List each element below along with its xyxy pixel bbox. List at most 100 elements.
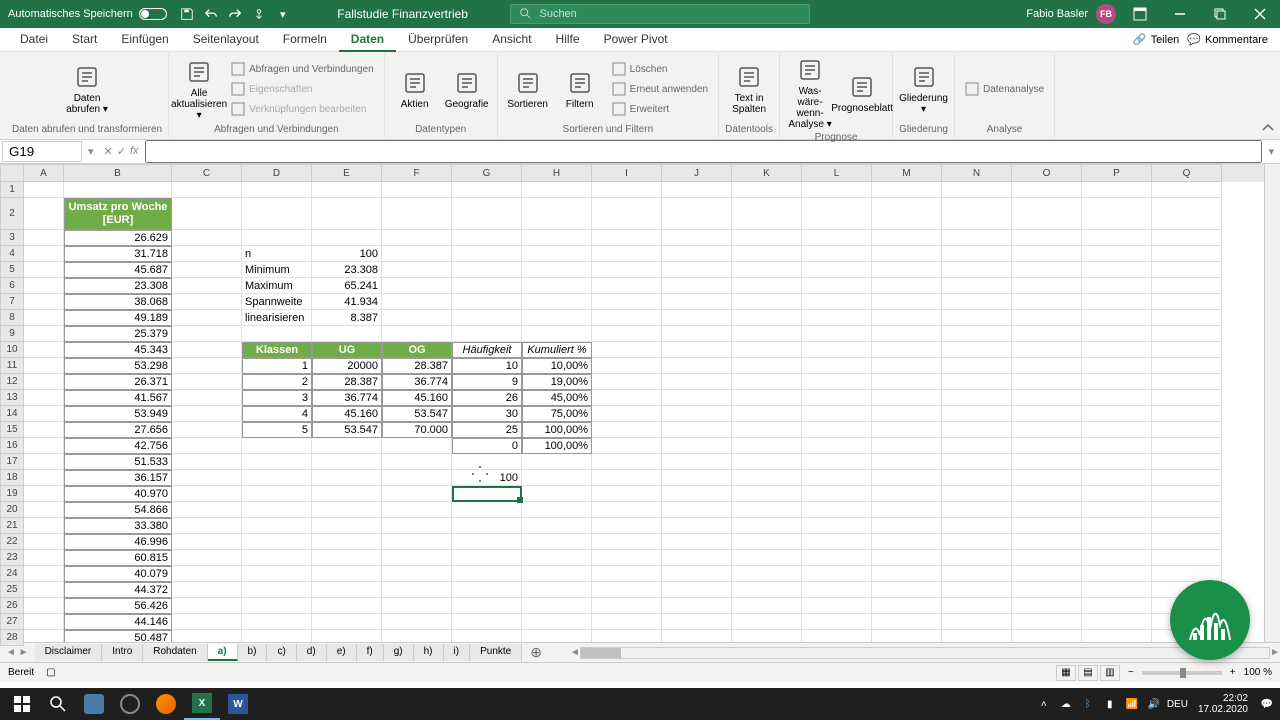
ribbon-button[interactable]: Aktien <box>391 67 439 112</box>
ribbon-button-small[interactable]: Verknüpfungen bearbeiten <box>227 100 378 118</box>
row-header[interactable]: 12 <box>0 374 24 390</box>
sheet-tab[interactable]: Disclaimer <box>35 644 103 661</box>
cell[interactable] <box>1012 278 1082 294</box>
cell[interactable] <box>312 454 382 470</box>
cell[interactable] <box>312 534 382 550</box>
cell[interactable] <box>452 534 522 550</box>
ribbon-button[interactable]: Sortieren <box>504 67 552 112</box>
cell[interactable] <box>942 294 1012 310</box>
tray-notifications-icon[interactable]: 💬 <box>1258 695 1276 713</box>
column-header[interactable]: K <box>732 164 802 182</box>
cell[interactable] <box>732 438 802 454</box>
cell[interactable]: 53.298 <box>64 358 172 374</box>
cell[interactable] <box>24 502 64 518</box>
cell[interactable] <box>872 198 942 230</box>
cell[interactable] <box>872 550 942 566</box>
cell[interactable] <box>1152 454 1222 470</box>
cell[interactable] <box>662 470 732 486</box>
row-header[interactable]: 13 <box>0 390 24 406</box>
cell[interactable] <box>732 566 802 582</box>
cell[interactable] <box>802 310 872 326</box>
cell[interactable] <box>1012 470 1082 486</box>
cell[interactable] <box>802 614 872 630</box>
cell[interactable]: 42.756 <box>64 438 172 454</box>
cell[interactable] <box>942 390 1012 406</box>
ribbon-button-small[interactable]: Eigenschaften <box>227 80 378 98</box>
cell[interactable] <box>522 598 592 614</box>
cell[interactable] <box>312 550 382 566</box>
menu-tab-power pivot[interactable]: Power Pivot <box>592 28 680 52</box>
cell[interactable]: Maximum <box>242 278 312 294</box>
cell[interactable] <box>24 342 64 358</box>
menu-tab-ansicht[interactable]: Ansicht <box>480 28 543 52</box>
add-sheet-button[interactable]: ⊕ <box>522 644 550 661</box>
cell[interactable] <box>872 614 942 630</box>
cell[interactable] <box>522 534 592 550</box>
task-excel[interactable]: X <box>184 688 220 720</box>
cell[interactable] <box>662 278 732 294</box>
cell[interactable] <box>592 614 662 630</box>
column-header[interactable]: F <box>382 164 452 182</box>
cell[interactable] <box>452 230 522 246</box>
tray-bluetooth-icon[interactable]: ᛒ <box>1079 695 1097 713</box>
cell[interactable] <box>872 310 942 326</box>
cell[interactable] <box>592 230 662 246</box>
formula-accept-icon[interactable]: ✓ <box>117 145 126 158</box>
cell[interactable] <box>172 582 242 598</box>
ribbon-button[interactable]: Filtern <box>556 67 604 112</box>
sheet-tab[interactable]: e) <box>327 644 357 661</box>
row-header[interactable]: 18 <box>0 470 24 486</box>
sheet-tab[interactable]: Intro <box>102 644 143 661</box>
cell[interactable]: 4 <box>242 406 312 422</box>
cell[interactable] <box>872 598 942 614</box>
cell[interactable] <box>24 326 64 342</box>
cell[interactable]: 41.934 <box>312 294 382 310</box>
cell[interactable] <box>452 550 522 566</box>
cell[interactable]: 3 <box>242 390 312 406</box>
cell[interactable] <box>522 550 592 566</box>
redo-icon[interactable] <box>223 0 247 28</box>
cell[interactable] <box>382 502 452 518</box>
cell[interactable] <box>732 246 802 262</box>
cell[interactable] <box>662 598 732 614</box>
cell[interactable] <box>452 198 522 230</box>
cell[interactable]: 36.774 <box>382 374 452 390</box>
cell[interactable] <box>662 438 732 454</box>
cell[interactable]: Häufigkeit <box>452 342 522 358</box>
cell[interactable] <box>522 262 592 278</box>
cell[interactable] <box>312 326 382 342</box>
cell[interactable] <box>172 406 242 422</box>
cell[interactable] <box>1082 486 1152 502</box>
cell[interactable] <box>1012 390 1082 406</box>
cell[interactable] <box>802 246 872 262</box>
cell[interactable]: 40.079 <box>64 566 172 582</box>
cell[interactable] <box>522 630 592 642</box>
row-header[interactable]: 28 <box>0 630 24 646</box>
row-header[interactable]: 2 <box>0 198 24 230</box>
task-firefox[interactable] <box>148 688 184 720</box>
cell[interactable] <box>872 182 942 198</box>
save-icon[interactable] <box>175 0 199 28</box>
cell[interactable]: 23.308 <box>64 278 172 294</box>
menu-tab-überprüfen[interactable]: Überprüfen <box>396 28 480 52</box>
cell[interactable] <box>802 518 872 534</box>
cell[interactable] <box>732 518 802 534</box>
column-header[interactable]: P <box>1082 164 1152 182</box>
cell[interactable] <box>1012 246 1082 262</box>
cell[interactable] <box>172 614 242 630</box>
cell[interactable] <box>382 534 452 550</box>
cell[interactable] <box>172 390 242 406</box>
cell[interactable] <box>24 470 64 486</box>
cell[interactable] <box>64 182 172 198</box>
cell[interactable]: 45.160 <box>382 390 452 406</box>
touch-mode-icon[interactable] <box>247 0 271 28</box>
cell[interactable] <box>172 310 242 326</box>
ribbon-button-small[interactable]: Datenanalyse <box>961 80 1048 98</box>
cell[interactable] <box>1082 246 1152 262</box>
column-header[interactable]: J <box>662 164 732 182</box>
autosave-toggle[interactable]: Automatisches Speichern <box>0 8 175 20</box>
cell[interactable] <box>662 390 732 406</box>
cell[interactable] <box>1152 326 1222 342</box>
cell[interactable] <box>662 374 732 390</box>
cell[interactable] <box>1082 566 1152 582</box>
